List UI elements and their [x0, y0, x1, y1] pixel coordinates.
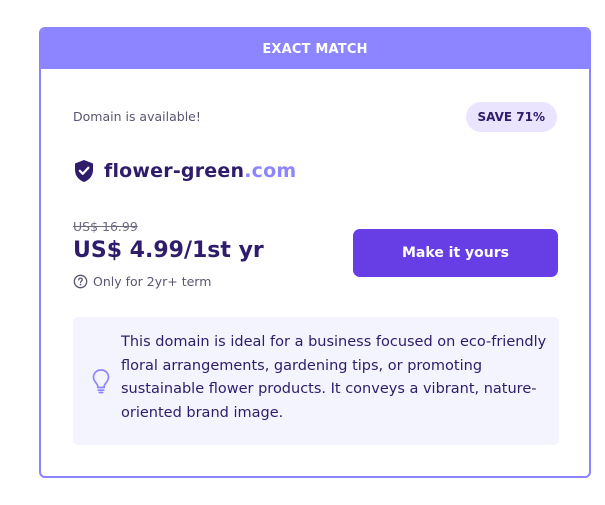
domain-name: flower-green — [104, 160, 245, 182]
domain-suggestion-box: This domain is ideal for a business focu… — [73, 317, 559, 445]
save-badge: SAVE 71% — [465, 102, 557, 132]
exact-match-banner: EXACT MATCH — [41, 29, 589, 69]
domain-suggestion-text: This domain is ideal for a business focu… — [121, 334, 547, 421]
shield-check-icon — [75, 160, 93, 182]
question-circle-icon — [73, 274, 88, 289]
term-note-text: Only for 2yr+ term — [93, 274, 212, 289]
discounted-price: US$ 4.99/1st yr — [73, 238, 264, 263]
domain-name-row: flower-green .com — [73, 159, 296, 183]
original-price: US$ 16.99 — [73, 219, 138, 234]
availability-status: Domain is available! — [73, 109, 201, 124]
domain-result-card: EXACT MATCH Domain is available! SAVE 71… — [39, 27, 591, 478]
term-note: Only for 2yr+ term — [73, 274, 211, 289]
lightbulb-icon — [92, 369, 110, 394]
domain-tld: .com — [244, 160, 297, 182]
make-it-yours-button[interactable]: Make it yours — [353, 229, 558, 277]
